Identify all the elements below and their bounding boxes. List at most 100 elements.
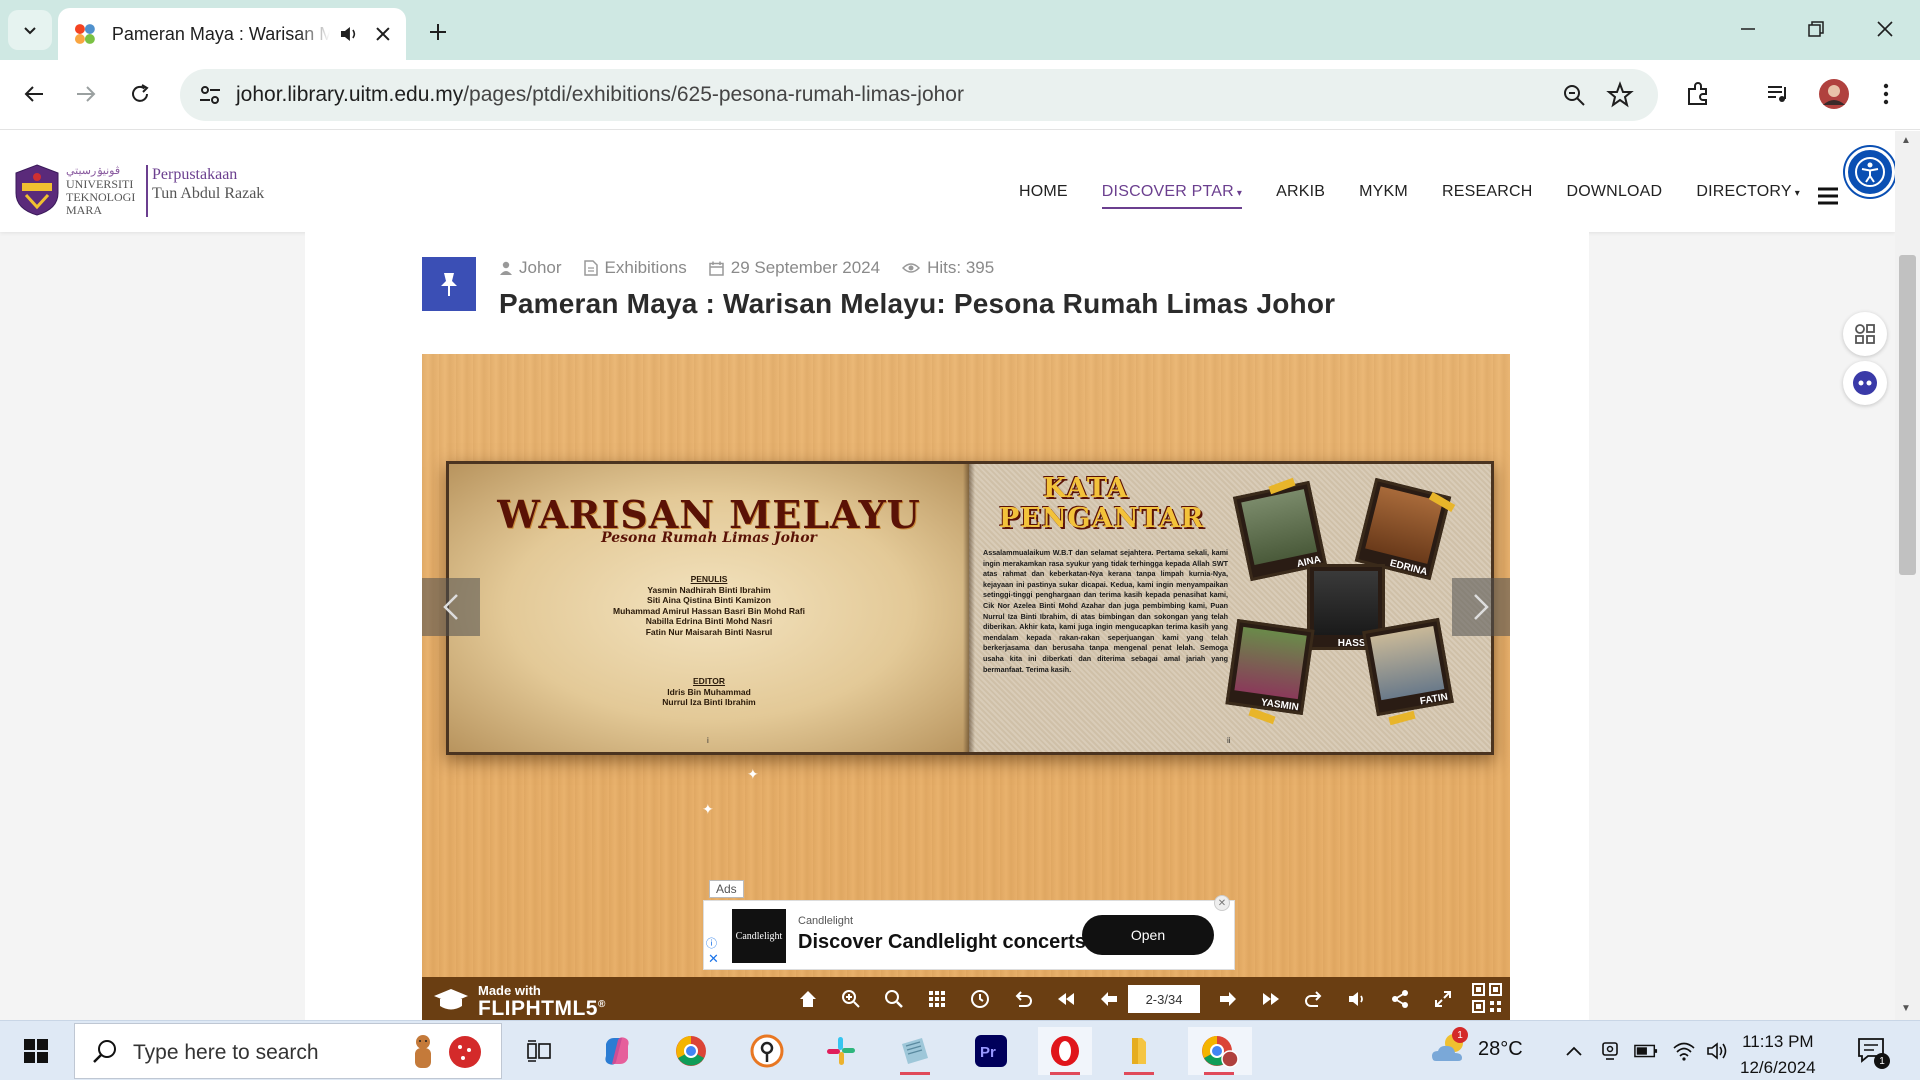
advertisement[interactable]: Candlelight Candlelight Discover Candlel… (703, 895, 1235, 970)
scrollbar-thumb[interactable] (1899, 255, 1916, 575)
notification-center-button[interactable]: 1 (1856, 1035, 1890, 1069)
ad-info-icon[interactable]: ⓘ (706, 935, 720, 950)
flipbook-page-left[interactable]: WARISAN MELAYU Pesona Rumah Limas Johor … (449, 464, 969, 752)
article-meta: Johor Exhibitions 29 September 2024 Hits… (500, 258, 994, 278)
writer-name: Fatin Nur Maisarah Binti Nasrul (645, 626, 773, 637)
search-button[interactable] (884, 989, 904, 1009)
nav-item-discover-ptar[interactable]: DISCOVER PTAR ▾ (1101, 183, 1243, 209)
restore-button[interactable] (1786, 6, 1846, 52)
qr-code-icon[interactable] (1472, 983, 1502, 1013)
tab-search-button[interactable] (8, 10, 52, 50)
security-app[interactable] (740, 1027, 794, 1075)
scroll-down-arrow-icon[interactable]: ▼ (1901, 1003, 1911, 1014)
opera-app[interactable] (1038, 1027, 1092, 1075)
last-page-button[interactable] (1261, 989, 1281, 1009)
forward-button[interactable] (66, 74, 106, 114)
ad-headline[interactable]: Discover Candlelight concerts (798, 931, 1086, 954)
flipbook-page-right[interactable]: KATA PENGANTAR Assalammualaikum W.B.T da… (969, 464, 1491, 752)
undo-button[interactable] (1013, 989, 1033, 1009)
flipbook-spread[interactable]: WARISAN MELAYU Pesona Rumah Limas Johor … (446, 461, 1494, 755)
profile-avatar[interactable] (1816, 76, 1852, 112)
next-page-button[interactable] (1452, 578, 1510, 636)
sound-button[interactable] (1347, 989, 1367, 1009)
fullscreen-button[interactable] (1433, 989, 1453, 1009)
share-button[interactable] (1390, 989, 1410, 1009)
address-bar[interactable]: johor.library.uitm.edu.my/pages/ptdi/exh… (180, 69, 1658, 121)
nav-item-research[interactable]: RESEARCH (1442, 183, 1533, 209)
featured-badge (422, 257, 476, 311)
apps-widget[interactable] (1843, 312, 1887, 356)
apps-grid-icon (1855, 324, 1875, 344)
accessibility-icon (1855, 157, 1885, 187)
page-indicator[interactable]: 2-3/34 (1128, 985, 1200, 1013)
site-logo[interactable]: ڤونيۏرسيتي UNIVERSITI TEKNOLOGI MARA Per… (14, 163, 284, 219)
hamburger-menu-icon[interactable] (1816, 186, 1840, 206)
next-page-bar-button[interactable] (1218, 989, 1238, 1009)
premiere-pro-app[interactable]: Pr (964, 1027, 1018, 1075)
close-window-button[interactable] (1855, 6, 1915, 52)
made-with-text: Made with (478, 983, 541, 998)
media-controls-button[interactable] (1760, 76, 1796, 112)
minimize-button[interactable] (1718, 6, 1778, 52)
thumbnails-button[interactable] (927, 989, 947, 1009)
nav-item-download[interactable]: DOWNLOAD (1566, 183, 1662, 209)
browser-tab-active[interactable]: Pameran Maya : Warisan Melayu: Pesona Ru… (58, 8, 406, 60)
extensions-button[interactable] (1680, 76, 1716, 112)
site-settings-icon[interactable] (196, 81, 224, 109)
chrome-app[interactable] (664, 1027, 718, 1075)
first-page-button[interactable] (1056, 989, 1076, 1009)
system-clock[interactable]: 11:13 PM 12/6/2024 (1740, 1029, 1816, 1081)
zoom-in-button[interactable] (841, 989, 861, 1009)
ad-open-button[interactable]: Open (1082, 915, 1214, 955)
slack-app[interactable] (814, 1027, 868, 1075)
nav-item-directory[interactable]: DIRECTORY ▾ (1696, 183, 1800, 209)
nav-item-mykm[interactable]: MYKM (1359, 183, 1408, 209)
battery-indicator[interactable] (1634, 1039, 1658, 1063)
nav-item-home[interactable]: HOME (1019, 183, 1068, 209)
photo-yasmin: YASMIN (1225, 618, 1315, 716)
chrome-profile-app[interactable] (1188, 1027, 1252, 1075)
show-hidden-icons-button[interactable] (1562, 1039, 1586, 1063)
prev-page-button[interactable] (1099, 989, 1119, 1009)
assistant-widget[interactable] (1843, 361, 1887, 405)
ad-close-icon[interactable]: ✕ (1214, 895, 1230, 911)
chevron-up-icon (1566, 1046, 1582, 1056)
task-view-button[interactable] (512, 1027, 566, 1075)
nav-item-arkib[interactable]: ARKIB (1276, 183, 1325, 209)
back-button[interactable] (14, 74, 54, 114)
notification-badge: 1 (1874, 1053, 1890, 1069)
meta-category[interactable]: Exhibitions (583, 258, 687, 278)
taskbar-search[interactable]: Type here to search (74, 1023, 502, 1079)
flipbook-viewer[interactable]: WARISAN MELAYU Pesona Rumah Limas Johor … (422, 354, 1510, 1020)
previous-page-button[interactable] (422, 578, 480, 636)
new-tab-button[interactable] (420, 14, 456, 50)
bookmark-star-icon[interactable] (1606, 81, 1634, 109)
audio-playing-icon[interactable] (338, 23, 360, 45)
redo-button[interactable] (1304, 989, 1324, 1009)
ad-dismiss-icon[interactable]: ✕ (708, 951, 719, 967)
scroll-up-arrow-icon[interactable]: ▲ (1901, 135, 1911, 146)
library-line-2: Tun Abdul Razak (152, 185, 265, 202)
file-explorer-app[interactable] (1112, 1027, 1166, 1075)
page-scrollbar[interactable]: ▲ ▼ (1895, 131, 1920, 1020)
copilot-app[interactable] (590, 1027, 644, 1075)
meta-author[interactable]: Johor (500, 258, 562, 278)
autoplay-button[interactable] (970, 989, 990, 1009)
network-indicator[interactable] (1672, 1039, 1696, 1063)
wifi-icon (1673, 1042, 1695, 1061)
volume-indicator[interactable] (1706, 1039, 1730, 1063)
zoom-icon[interactable] (1560, 81, 1588, 109)
browser-toolbar: johor.library.uitm.edu.my/pages/ptdi/exh… (0, 60, 1920, 168)
accessibility-button[interactable] (1845, 147, 1895, 197)
reload-button[interactable] (120, 74, 160, 114)
close-tab-icon[interactable] (374, 25, 392, 43)
files-app[interactable] (888, 1027, 942, 1075)
weather-widget[interactable]: 1 28°C (1430, 1027, 1523, 1067)
start-button[interactable] (12, 1033, 60, 1069)
home-button[interactable] (798, 989, 818, 1009)
meet-now-button[interactable] (1598, 1039, 1622, 1063)
browser-menu-button[interactable] (1868, 76, 1904, 112)
writer-name: Yasmin Nadhirah Binti Ibrahim (647, 584, 771, 595)
fliphtml5-logo[interactable]: Made with FLIPHTML5® (432, 983, 606, 1019)
folder-icon (1132, 1038, 1146, 1064)
